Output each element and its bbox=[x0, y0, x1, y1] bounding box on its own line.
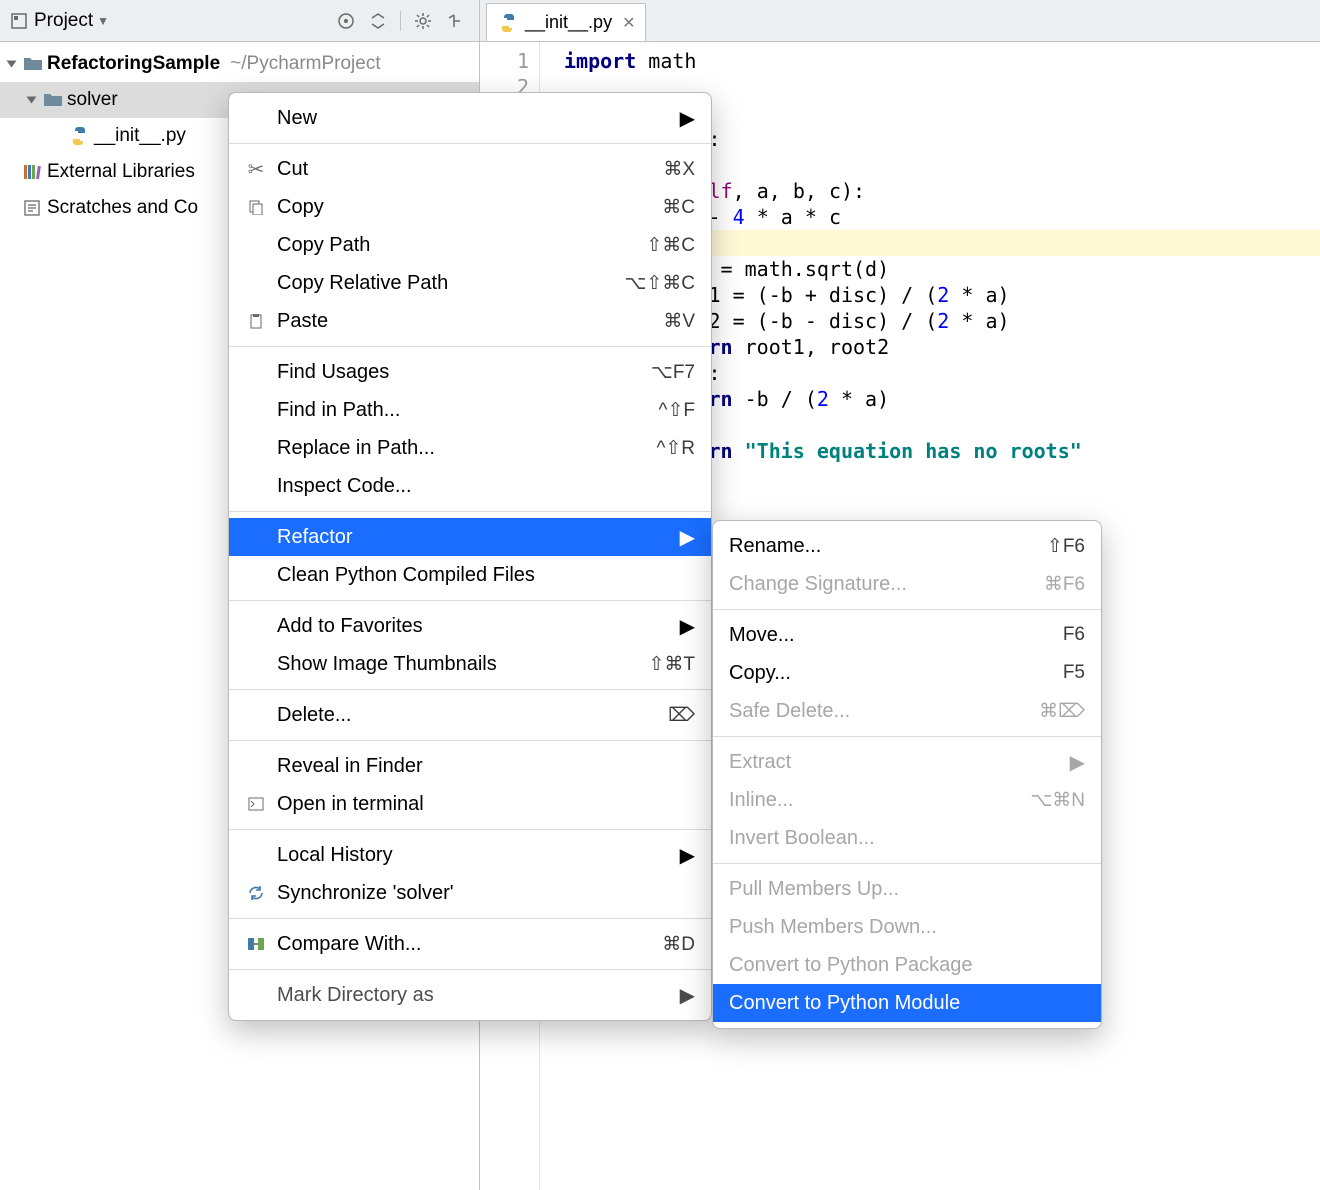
copy-icon bbox=[245, 199, 267, 215]
separator bbox=[229, 918, 711, 919]
tree-label: Scratches and Co bbox=[47, 197, 198, 219]
diff-icon bbox=[245, 934, 267, 954]
submenu-arrow-icon: ▶ bbox=[680, 614, 695, 639]
cut-icon: ✂ bbox=[245, 157, 267, 182]
terminal-icon bbox=[245, 797, 267, 811]
close-icon[interactable]: ✕ bbox=[622, 13, 635, 33]
separator bbox=[229, 600, 711, 601]
menu-compare-with[interactable]: Compare With...⌘D bbox=[229, 925, 711, 963]
separator bbox=[229, 740, 711, 741]
submenu-change-signature: Change Signature...⌘F6 bbox=[713, 565, 1101, 603]
editor-tabbar: __init__.py ✕ bbox=[480, 0, 1320, 42]
menu-copy-relative-path[interactable]: Copy Relative Path⌥⇧⌘C bbox=[229, 264, 711, 302]
submenu-arrow-icon: ▶ bbox=[680, 106, 695, 131]
tree-label: External Libraries bbox=[47, 161, 195, 183]
menu-delete[interactable]: Delete...⌦ bbox=[229, 696, 711, 734]
collapse-icon[interactable] bbox=[366, 9, 390, 33]
menu-reveal-finder[interactable]: Reveal in Finder bbox=[229, 747, 711, 785]
tree-root[interactable]: RefactoringSample ~/PycharmProject bbox=[0, 46, 479, 82]
menu-synchronize[interactable]: Synchronize 'solver' bbox=[229, 874, 711, 912]
submenu-arrow-icon: ▶ bbox=[1070, 750, 1085, 775]
submenu-copy[interactable]: Copy...F5 bbox=[713, 654, 1101, 692]
folder-icon bbox=[23, 56, 43, 72]
target-icon[interactable] bbox=[334, 9, 358, 33]
separator bbox=[229, 143, 711, 144]
submenu-extract: Extract▶ bbox=[713, 743, 1101, 781]
menu-copy[interactable]: Copy⌘C bbox=[229, 188, 711, 226]
submenu-to-module[interactable]: Convert to Python Module bbox=[713, 984, 1101, 1022]
tree-label: solver bbox=[67, 89, 118, 111]
submenu-arrow-icon: ▶ bbox=[680, 843, 695, 868]
menu-refactor[interactable]: Refactor▶ bbox=[229, 518, 711, 556]
gear-icon[interactable] bbox=[411, 9, 435, 33]
separator bbox=[229, 969, 711, 970]
sync-icon bbox=[245, 884, 267, 902]
python-file-icon bbox=[68, 125, 90, 147]
line-number: 1 bbox=[480, 48, 529, 74]
hide-icon[interactable] bbox=[443, 9, 467, 33]
separator bbox=[713, 863, 1101, 864]
editor-tab-init[interactable]: __init__.py ✕ bbox=[486, 3, 646, 41]
submenu-push-down: Push Members Down... bbox=[713, 908, 1101, 946]
menu-add-favorites[interactable]: Add to Favorites▶ bbox=[229, 607, 711, 645]
separator bbox=[713, 736, 1101, 737]
library-icon bbox=[23, 163, 43, 181]
submenu-arrow-icon: ▶ bbox=[680, 525, 695, 550]
paste-icon bbox=[245, 313, 267, 329]
menu-clean-python[interactable]: Clean Python Compiled Files bbox=[229, 556, 711, 594]
submenu-invert-boolean: Invert Boolean... bbox=[713, 819, 1101, 857]
menu-open-terminal[interactable]: Open in terminal bbox=[229, 785, 711, 823]
menu-show-thumbnails[interactable]: Show Image Thumbnails⇧⌘T bbox=[229, 645, 711, 683]
expand-icon[interactable] bbox=[7, 61, 17, 68]
separator bbox=[229, 511, 711, 512]
submenu-to-package: Convert to Python Package bbox=[713, 946, 1101, 984]
submenu-inline: Inline...⌥⌘N bbox=[713, 781, 1101, 819]
menu-replace-in-path[interactable]: Replace in Path...^⇧R bbox=[229, 429, 711, 467]
submenu-arrow-icon: ▶ bbox=[680, 983, 695, 1008]
submenu-safe-delete: Safe Delete...⌘⌦ bbox=[713, 692, 1101, 730]
menu-new[interactable]: New▶ bbox=[229, 99, 711, 137]
project-icon bbox=[8, 12, 30, 30]
tab-label: __init__.py bbox=[525, 12, 612, 33]
menu-local-history[interactable]: Local History▶ bbox=[229, 836, 711, 874]
folder-icon bbox=[43, 92, 63, 108]
tree-label: __init__.py bbox=[94, 125, 186, 147]
python-file-icon bbox=[497, 12, 519, 34]
menu-mark-directory[interactable]: Mark Directory as▶ bbox=[229, 976, 711, 1014]
menu-paste[interactable]: Paste⌘V bbox=[229, 302, 711, 340]
separator bbox=[229, 689, 711, 690]
dropdown-arrow-icon: ▼ bbox=[97, 14, 109, 28]
project-label: Project bbox=[34, 10, 93, 32]
context-menu: New▶ ✂Cut⌘X Copy⌘C Copy Path⇧⌘C Copy Rel… bbox=[228, 92, 712, 1021]
menu-copy-path[interactable]: Copy Path⇧⌘C bbox=[229, 226, 711, 264]
tree-root-path: ~/PycharmProject bbox=[230, 53, 380, 75]
menu-cut[interactable]: ✂Cut⌘X bbox=[229, 150, 711, 188]
separator bbox=[400, 11, 401, 31]
menu-find-in-path[interactable]: Find in Path...^⇧F bbox=[229, 391, 711, 429]
separator bbox=[229, 346, 711, 347]
separator bbox=[713, 609, 1101, 610]
submenu-pull-up: Pull Members Up... bbox=[713, 870, 1101, 908]
menu-inspect-code[interactable]: Inspect Code... bbox=[229, 467, 711, 505]
scratches-icon bbox=[23, 199, 43, 217]
project-toolbar: Project ▼ bbox=[0, 0, 480, 42]
tree-root-label: RefactoringSample bbox=[47, 53, 220, 75]
refactor-submenu: Rename...⇧F6 Change Signature...⌘F6 Move… bbox=[712, 520, 1102, 1029]
project-dropdown[interactable]: Project ▼ bbox=[8, 10, 109, 32]
menu-find-usages[interactable]: Find Usages⌥F7 bbox=[229, 353, 711, 391]
submenu-rename[interactable]: Rename...⇧F6 bbox=[713, 527, 1101, 565]
submenu-move[interactable]: Move...F6 bbox=[713, 616, 1101, 654]
delete-shortcut-icon: ⌦ bbox=[668, 704, 695, 727]
expand-icon[interactable] bbox=[27, 97, 37, 104]
separator bbox=[229, 829, 711, 830]
